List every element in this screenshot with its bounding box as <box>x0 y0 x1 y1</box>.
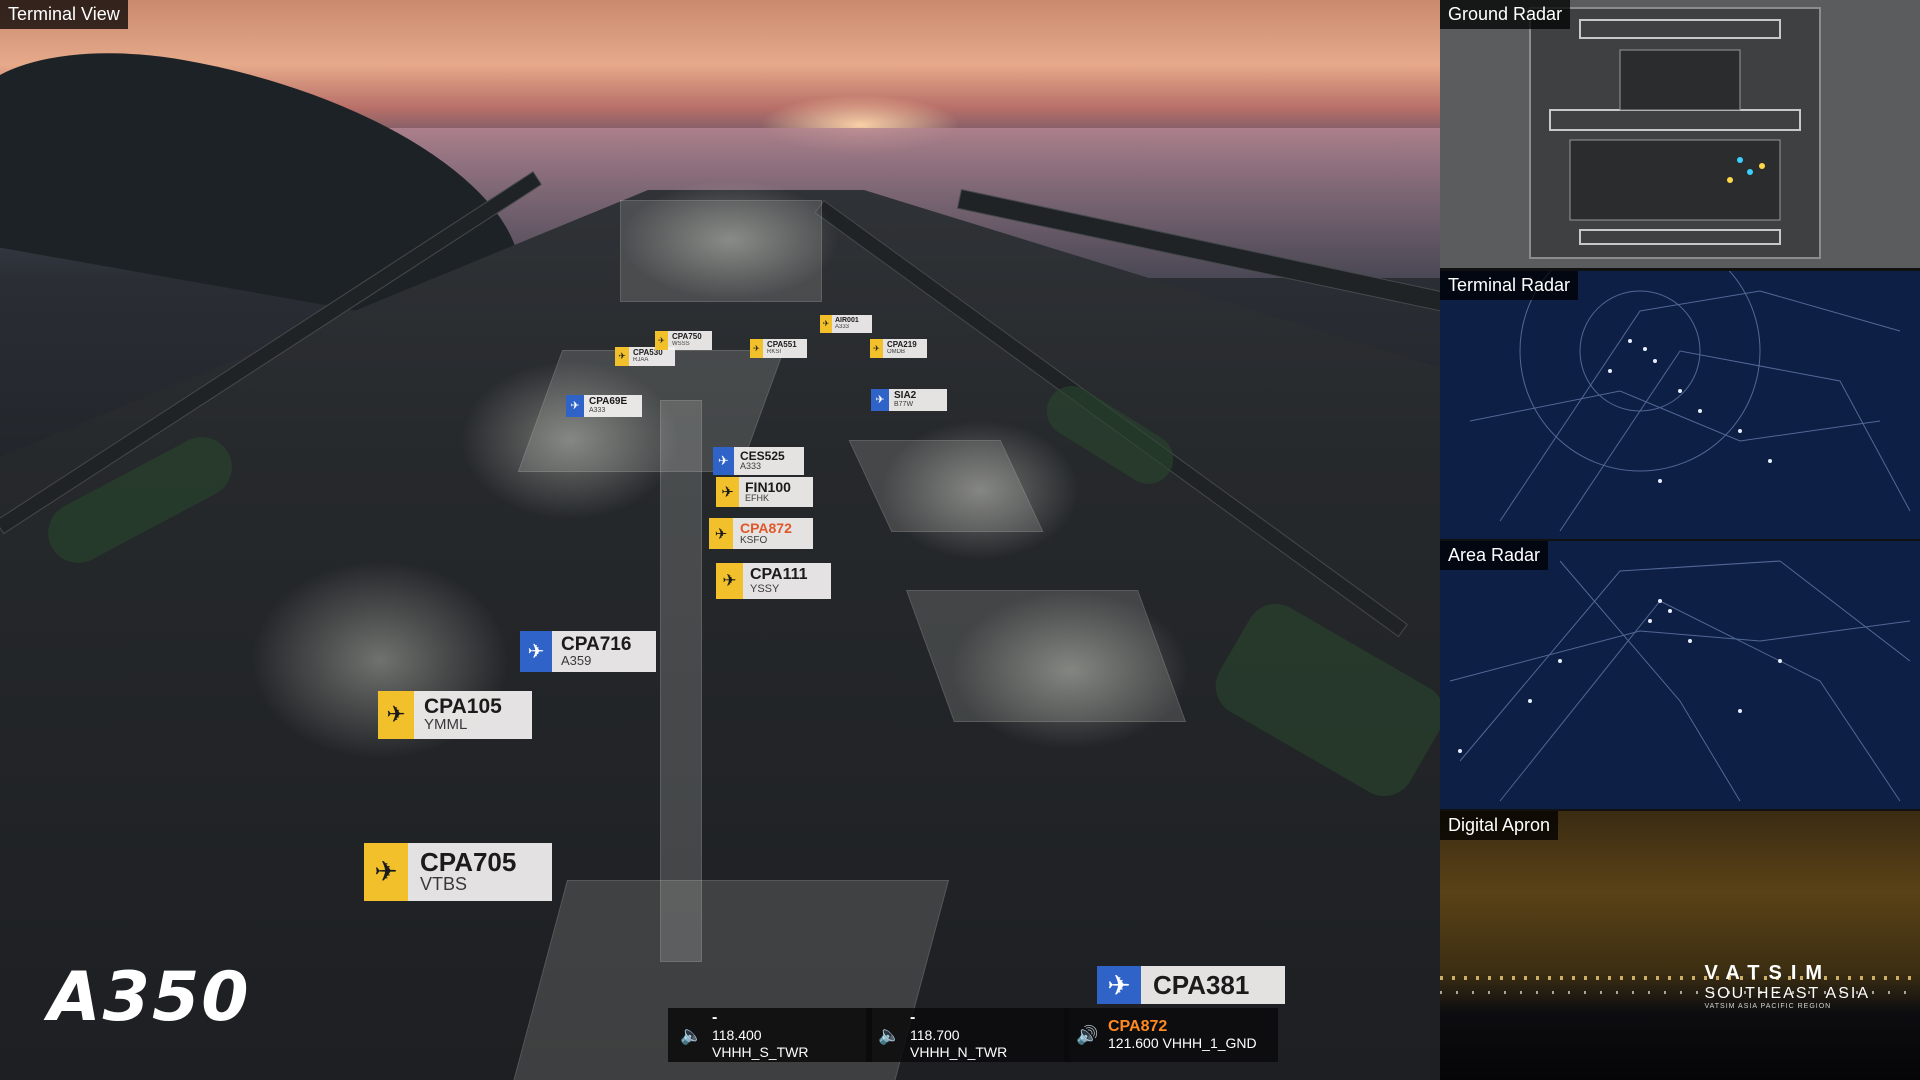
aircraft-tag[interactable]: ✈ CPA111 YSSY <box>716 563 831 600</box>
ground-radar-map <box>1440 0 1920 268</box>
aircraft-callsign: CPA105 <box>424 695 502 718</box>
departure-plane-icon: ✈ <box>716 563 743 600</box>
aircraft-subtext: A333 <box>589 407 606 414</box>
departure-plane-icon: ✈ <box>378 691 414 739</box>
departure-plane-icon: ✈ <box>364 843 408 901</box>
apron-lights <box>620 180 840 300</box>
aircraft-subtext: B77W <box>894 401 914 408</box>
aircraft-subtext: KSFO <box>740 535 768 546</box>
aircraft-subtext: A359 <box>561 653 592 668</box>
freq-control-3[interactable]: 🔊 CPA872 121.600 VHHH_1_GND <box>1064 1008 1278 1062</box>
terminal-view-panel: Terminal View ✈ CPA705 VTBS ✈ CPA105 YMML ✈ CPA… <box>0 0 1440 1080</box>
terminal-radar-map <box>1440 271 1920 539</box>
aircraft-tag[interactable]: ✈ CPA530 RJAA <box>615 347 675 366</box>
freq-callsign: - <box>712 1009 718 1027</box>
freq-value: 118.700 VHHH_N_TWR <box>910 1027 1008 1060</box>
apron-lights <box>460 360 680 520</box>
freq-callsign: CPA872 <box>1108 1017 1168 1035</box>
apron-lights <box>950 590 1190 750</box>
arrival-plane-icon: ✈ <box>566 395 584 417</box>
arrival-plane-icon: ✈ <box>1097 966 1141 1004</box>
aircraft-subtext: YMML <box>424 716 468 733</box>
freq-value: 118.400 VHHH_S_TWR <box>712 1027 809 1060</box>
departure-plane-icon: ✈ <box>870 339 883 358</box>
aircraft-callsign: CPA381 <box>1153 970 1250 1000</box>
a350-logo: A350 <box>48 958 251 1037</box>
aircraft-tag[interactable]: ✈ CES525 A333 <box>713 447 804 475</box>
departure-plane-icon: ✈ <box>709 518 733 549</box>
arrival-plane-icon: ✈ <box>520 631 552 673</box>
radar-sidebar: Ground Radar Terminal Radar Area Radar D… <box>1440 0 1920 1080</box>
aircraft-callsign: CPA750 <box>672 332 702 341</box>
aircraft-callsign: CPA219 <box>887 340 917 349</box>
aircraft-subtext: RKSI <box>767 349 782 355</box>
aircraft-tag[interactable]: ✈ CPA105 YMML <box>378 691 532 739</box>
aircraft-callsign: CPA69E <box>589 396 628 407</box>
aircraft-subtext: A333 <box>835 324 850 330</box>
departure-plane-icon: ✈ <box>820 315 832 333</box>
vatsim-region: VATSIM ASIA PACIFIC REGION <box>1704 1003 1832 1010</box>
ground-radar-panel[interactable]: Ground Radar <box>1440 0 1920 268</box>
aircraft-callsign: FIN100 <box>745 479 791 495</box>
aircraft-callsign: CPA705 <box>420 847 517 877</box>
aircraft-tag[interactable]: ✈ AIR001 A333 <box>820 315 872 333</box>
panel-title-terminal-radar: Terminal Radar <box>1440 271 1579 300</box>
panel-title-terminal-view: Terminal View <box>0 0 128 29</box>
aircraft-subtext: A333 <box>740 461 762 471</box>
aircraft-subtext: WSSS <box>672 341 690 347</box>
freq-callsign: - <box>910 1009 916 1027</box>
aircraft-tag[interactable]: ✈ CPA219 OMDB <box>870 339 927 358</box>
aircraft-tag[interactable]: ✈ FIN100 EFHK <box>716 477 813 507</box>
aircraft-tag[interactable]: ✈ CPA705 VTBS <box>364 843 552 901</box>
speaker-active-icon[interactable]: 🔊 <box>1076 1025 1098 1046</box>
freq-control-1[interactable]: 🔈 - 118.400 VHHH_S_TWR <box>668 1008 872 1062</box>
arrival-plane-icon: ✈ <box>713 447 734 475</box>
freq-value: 121.600 VHHH_1_GND <box>1108 1035 1257 1052</box>
aircraft-tag[interactable]: ✈ CPA872 KSFO <box>709 518 813 549</box>
vatsim-logo: VATSIM SOUTHEAST ASIA VATSIM ASIA PACIFI… <box>1704 962 1870 1010</box>
departure-plane-icon: ✈ <box>750 339 763 358</box>
panel-title-ground-radar: Ground Radar <box>1440 0 1571 29</box>
aircraft-callsign: SIA2 <box>894 390 917 401</box>
aircraft-callsign: CPA530 <box>633 348 663 357</box>
arrival-plane-icon: ✈ <box>871 389 889 411</box>
aircraft-tag[interactable]: ✈ CPA750 WSSS <box>655 331 712 350</box>
aircraft-callsign: CPA872 <box>740 520 792 536</box>
aircraft-tag[interactable]: ✈ CPA69E A333 <box>566 395 642 417</box>
aircraft-subtext: EFHK <box>745 493 770 503</box>
aircraft-subtext: OMDB <box>887 349 905 355</box>
aircraft-tag[interactable]: ✈ CPA551 RKSI <box>750 339 807 358</box>
departure-plane-icon: ✈ <box>716 477 739 507</box>
aircraft-tag[interactable]: ✈ SIA2 B77W <box>871 389 947 411</box>
digital-apron-panel[interactable]: Digital Apron VATSIM SOUTHEAST ASIA VATS… <box>1440 811 1920 1080</box>
central-concourse <box>660 400 702 962</box>
terminal-radar-panel[interactable]: Terminal Radar <box>1440 271 1920 539</box>
aircraft-callsign: CPA111 <box>750 566 808 583</box>
aircraft-tag[interactable]: ✈ CPA381 <box>1097 966 1285 1004</box>
apron-lights <box>880 420 1080 560</box>
aircraft-subtext: RJAA <box>633 357 649 363</box>
freq-control-2[interactable]: 🔈 - 118.700 VHHH_N_TWR <box>866 1008 1070 1062</box>
panel-title-area-radar: Area Radar <box>1440 541 1549 570</box>
area-radar-panel[interactable]: Area Radar <box>1440 541 1920 809</box>
speaker-muted-icon[interactable]: 🔈 <box>680 1025 702 1046</box>
departure-plane-icon: ✈ <box>615 347 629 366</box>
panel-title-digital-apron: Digital Apron <box>1440 811 1559 840</box>
aircraft-subtext: YSSY <box>750 583 780 595</box>
aircraft-callsign: CPA716 <box>561 634 632 655</box>
vatsim-subtitle: SOUTHEAST ASIA <box>1704 985 1870 1002</box>
vatsim-title: VATSIM <box>1704 962 1832 984</box>
speaker-muted-icon[interactable]: 🔈 <box>878 1025 900 1046</box>
aircraft-subtext: VTBS <box>420 874 468 894</box>
aircraft-tag[interactable]: ✈ CPA716 A359 <box>520 631 656 673</box>
aircraft-callsign: AIR001 <box>835 317 859 324</box>
departure-plane-icon: ✈ <box>655 331 668 350</box>
aircraft-callsign: CPA551 <box>767 340 797 349</box>
area-radar-map <box>1440 541 1920 809</box>
